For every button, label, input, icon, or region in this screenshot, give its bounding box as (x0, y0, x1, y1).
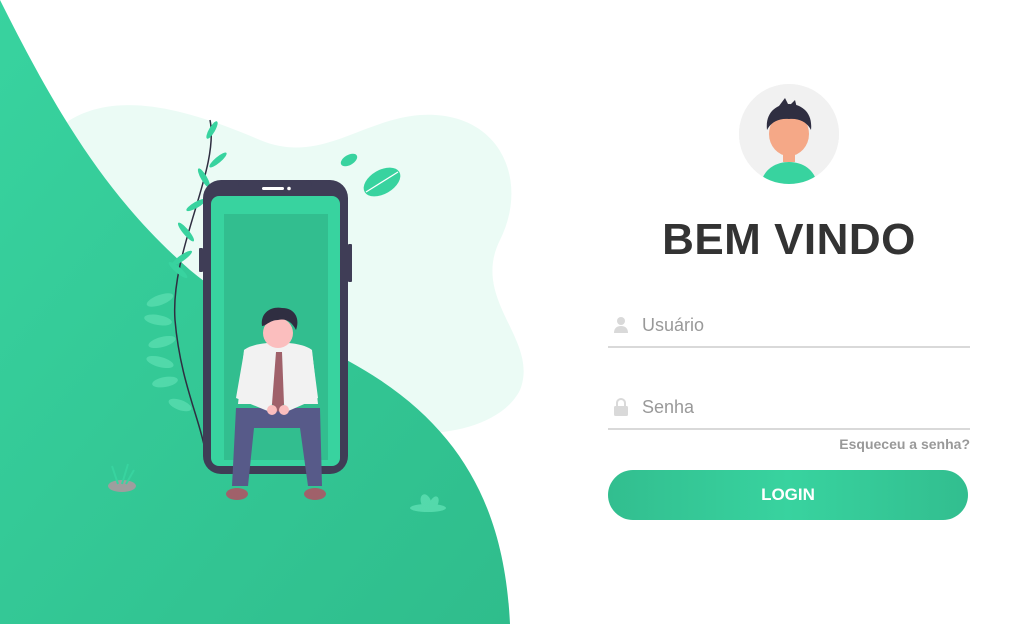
hero-illustration-svg (0, 0, 524, 624)
hero-illustration (0, 0, 540, 624)
avatar-icon (739, 84, 839, 184)
avatar (739, 84, 839, 184)
user-icon (614, 316, 628, 334)
forgot-password-link[interactable]: Esqueceu a senha? (608, 436, 970, 452)
lock-icon (614, 398, 628, 416)
login-button[interactable]: LOGIN (608, 470, 968, 520)
username-input[interactable] (642, 310, 962, 340)
password-field (608, 386, 970, 430)
login-panel: BEM VINDO Esqueceu a senha? LOGIN (608, 84, 970, 520)
page-title: BEM VINDO (662, 215, 916, 264)
password-input[interactable] (642, 392, 962, 422)
username-field (608, 304, 970, 348)
